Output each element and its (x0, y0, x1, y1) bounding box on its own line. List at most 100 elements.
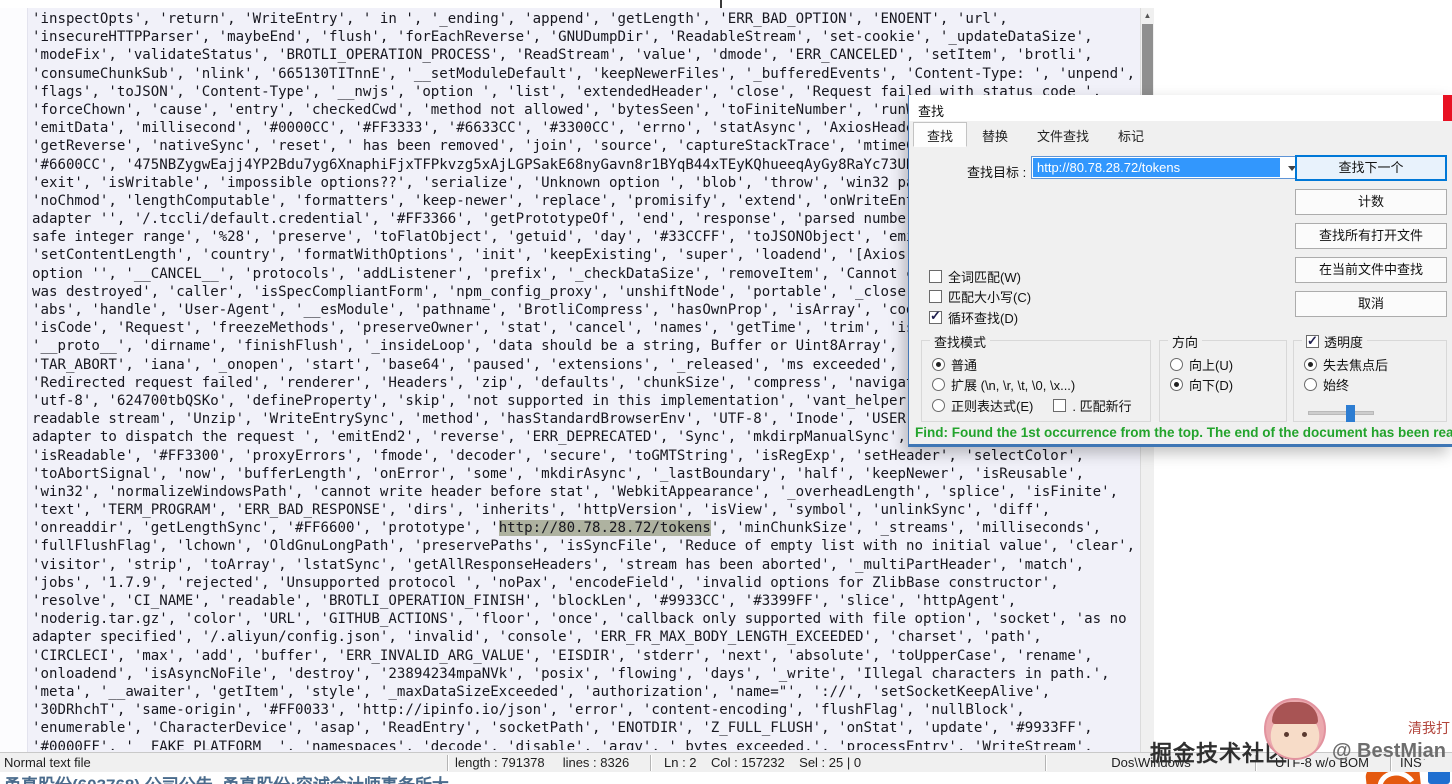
search-mode-option-label: 正则表达式(E) (951, 396, 1033, 415)
editor-line: 'CIRCLECI', 'max', 'add', 'buffer', 'ERR… (32, 647, 1138, 665)
status-eol-format[interactable]: Dos\Windows (1048, 755, 1254, 770)
find-button[interactable]: 取消 (1295, 291, 1447, 317)
transparency-group-label: 透明度 (1324, 332, 1363, 351)
background-page-divider (720, 0, 722, 8)
search-mode-group: 查找模式 普通扩展 (\n, \r, \t, \0, \x...)正则表达式(E… (921, 340, 1151, 422)
tab-文件查找[interactable]: 文件查找 (1023, 122, 1103, 147)
direction-option-radio[interactable] (1170, 358, 1183, 371)
search-mode-option-row: 扩展 (\n, \r, \t, \0, \x...) (932, 375, 1132, 396)
search-mode-option-label: 扩展 (\n, \r, \t, \0, \x...) (951, 375, 1075, 394)
find-dialog-title: 查找 (918, 101, 944, 120)
find-dialog-tabs: 查找替换文件查找标记 (913, 122, 1159, 147)
status-separator (1390, 755, 1391, 771)
find-button[interactable]: 计数 (1295, 189, 1447, 215)
editor-line: 'meta', '__awaiter', 'getItem', 'style',… (32, 683, 1138, 701)
direction-group: 方向 向上(U)向下(D) (1159, 340, 1287, 422)
transparency-checkbox[interactable] (1306, 335, 1319, 348)
transparency-group: 透明度 失去焦点后始终 (1293, 340, 1447, 422)
checkbox-label: 循环查找(D) (948, 308, 1018, 327)
editor-line: 'onreaddir', 'getLengthSync', '#FF6600',… (32, 519, 1138, 537)
direction-group-label: 方向 (1172, 332, 1198, 351)
status-bar: Normal text file length : 791378 lines :… (0, 752, 1452, 772)
checkbox[interactable] (929, 290, 942, 303)
direction-option-label: 向下(D) (1189, 375, 1233, 394)
avatar (1264, 698, 1326, 760)
status-doc-type: Normal text file (4, 755, 91, 770)
find-button[interactable]: 查找下一个 (1295, 155, 1447, 181)
background-page-headline-link[interactable]: 甬真股份(603768) 公司公告_甬真股份:容诚会计师事务所大... (4, 771, 463, 784)
editor-line: 'win32', 'normalizeWindowsPath', 'cannot… (32, 483, 1138, 501)
find-target-label: 查找目标 : (967, 162, 1026, 181)
find-target-value[interactable]: http://80.78.28.72/tokens (1033, 158, 1280, 177)
editor-line: '#0000FF', '__FAKE_PLATFORM__', 'namespa… (32, 738, 1138, 751)
search-mode-option-radio[interactable] (932, 378, 945, 391)
checkbox[interactable] (929, 270, 942, 283)
find-dialog: 查找 × 查找替换文件查找标记 查找目标 : http://80.78.28.7… (908, 95, 1452, 447)
transparency-slider-thumb[interactable] (1346, 405, 1355, 422)
editor-line: 'onloadend', 'isAsyncNoFile', 'destroy',… (32, 665, 1138, 683)
find-button[interactable]: 查找所有打开文件 (1295, 223, 1447, 249)
editor-line: 'inspectOpts', 'return', 'WriteEntry', '… (32, 10, 1138, 28)
transparency-option-row: 失去焦点后 (1304, 354, 1388, 375)
direction-option-label: 向上(U) (1189, 355, 1233, 374)
tab-查找[interactable]: 查找 (913, 122, 967, 147)
direction-option-radio[interactable] (1170, 378, 1183, 391)
find-status-message: Find: Found the 1st occurrence from the … (915, 425, 1445, 445)
scroll-up-icon[interactable]: ▲ (1141, 8, 1154, 23)
find-option-row: 全词匹配(W) (929, 266, 1031, 287)
transparency-option-row: 始终 (1304, 375, 1388, 396)
search-mode-option-row: 普通 (932, 354, 1132, 375)
checkbox-label: 匹配大小写(C) (948, 287, 1031, 306)
direction-option-row: 向下(D) (1170, 375, 1233, 396)
find-option-row: 循环查找(D) (929, 307, 1031, 328)
status-separator (1255, 755, 1256, 771)
close-icon[interactable]: × (1443, 95, 1452, 121)
editor-line: 'enumerable', 'CharacterDevice', 'asap',… (32, 719, 1138, 737)
status-encoding[interactable]: UTF-8 w/o BOM (1258, 755, 1386, 770)
find-target-combobox[interactable]: http://80.78.28.72/tokens (1031, 156, 1301, 179)
checkbox-label: 全词匹配(W) (948, 267, 1021, 286)
tab-替换[interactable]: 替换 (968, 122, 1022, 147)
editor-line: 'toAbortSignal', 'now', 'bufferLength', … (32, 465, 1138, 483)
newline-checkbox-label: . 匹配新行 (1072, 396, 1131, 415)
editor-line: 'consumeChunkSub', 'nlink', '665130TITnn… (32, 65, 1138, 83)
status-cursor-position: Ln : 2 Col : 157232 Sel : 25 | 0 (664, 755, 861, 770)
screen: 甬真股份(603768) 公司公告_甬真股份:容诚会计师事务所大... 'ins… (0, 0, 1452, 784)
editor-line: 'visitor', 'strip', 'toArray', 'lstatSyn… (32, 556, 1138, 574)
search-match-highlight: http://80.78.28.72/tokens (499, 520, 711, 536)
status-separator (650, 755, 651, 771)
editor-margin (0, 8, 28, 752)
find-option-checkboxes: 全词匹配(W)匹配大小写(C) 循环查找(D) (929, 266, 1031, 328)
editor-line: 'insecureHTTPParser', 'maybeEnd', 'flush… (32, 28, 1138, 46)
editor-line: 'text', 'TERM_PROGRAM', 'ERR_BAD_RESPONS… (32, 501, 1138, 519)
tab-标记[interactable]: 标记 (1104, 122, 1158, 147)
newline-checkbox[interactable] (1053, 399, 1066, 412)
transparency-option-radio[interactable] (1304, 358, 1317, 371)
grip-icon[interactable]: ⋰ (1416, 758, 1427, 769)
search-mode-option-radio[interactable] (932, 399, 945, 412)
transparency-option-label: 失去焦点后 (1323, 355, 1388, 374)
find-button[interactable]: 在当前文件中查找 (1295, 257, 1447, 283)
direction-option-row: 向上(U) (1170, 354, 1233, 375)
find-option-row: 匹配大小写(C) (929, 287, 1031, 308)
status-separator (447, 755, 448, 771)
editor-line: 'jobs', '1.7.9', 'rejected', 'Unsupporte… (32, 574, 1138, 592)
editor-line: 'noderig.tar.gz', 'color', 'URL', 'GITHU… (32, 610, 1138, 628)
find-dialog-titlebar[interactable]: 查找 × (909, 95, 1452, 121)
editor-line: '30DRhchT', 'same-origin', '#FF0033', 'h… (32, 701, 1138, 719)
editor-line: 'resolve', 'CI_NAME', 'readable', 'BROTL… (32, 592, 1138, 610)
transparency-option-radio[interactable] (1304, 378, 1317, 391)
search-mode-option-label: 普通 (951, 355, 977, 374)
editor-line: adapter specified', '/.aliyun/config.jso… (32, 628, 1138, 646)
status-length-lines: length : 791378 lines : 8326 (455, 755, 629, 770)
search-mode-option-row: 正则表达式(E) . 匹配新行 (932, 395, 1132, 416)
transparency-option-label: 始终 (1323, 375, 1349, 394)
search-mode-option-radio[interactable] (932, 358, 945, 371)
editor-line: 'fullFlushFlag', 'lchown', 'OldGnuLongPa… (32, 537, 1138, 555)
search-mode-group-label: 查找模式 (934, 332, 986, 351)
editor-line: 'modeFix', 'validateStatus', 'BROTLI_OPE… (32, 46, 1138, 64)
watermark-partial-text: 清我打 (1408, 718, 1450, 738)
editor-line: 'isReadable', '#FF3300', 'proxyErrors', … (32, 447, 1138, 465)
transparency-slider[interactable] (1308, 411, 1374, 415)
checkbox[interactable] (929, 311, 942, 324)
